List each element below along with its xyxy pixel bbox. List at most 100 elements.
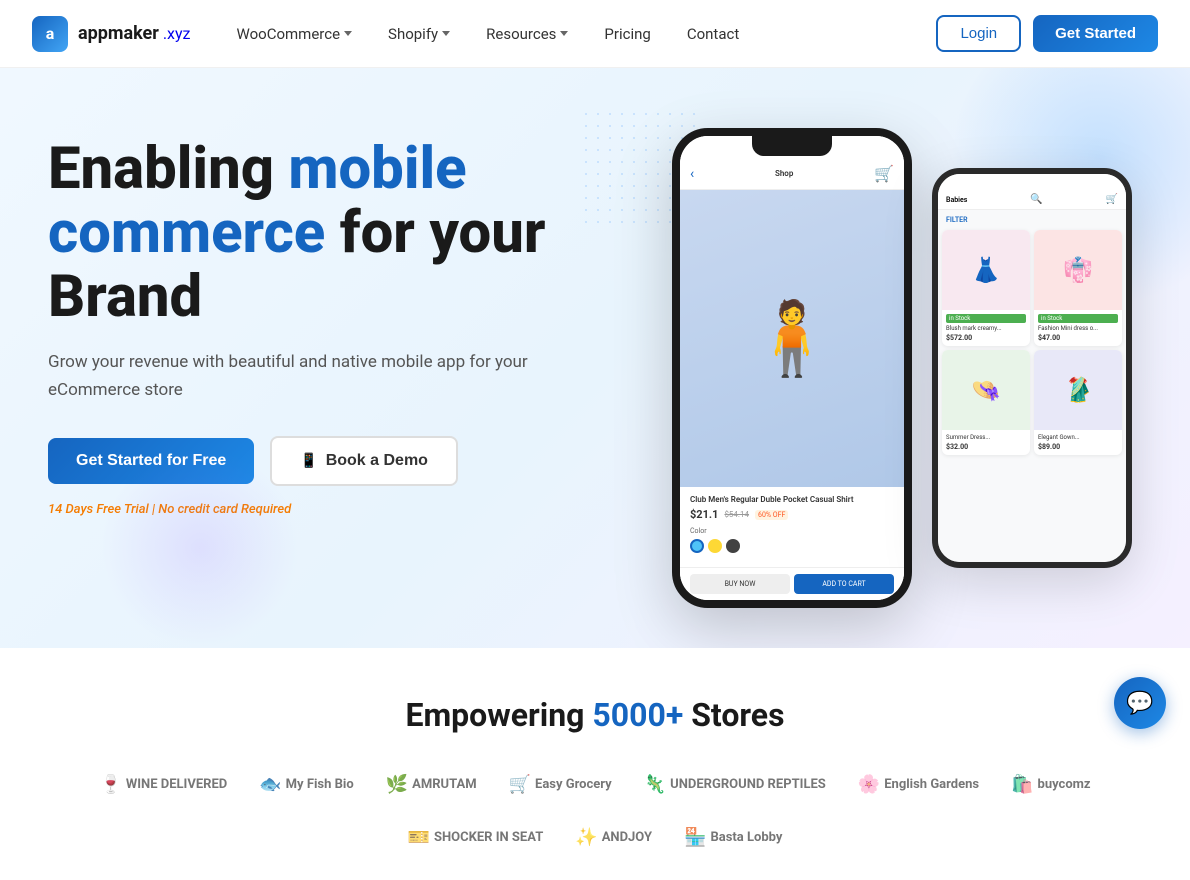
sec-product-img-3: 👒 (942, 350, 1030, 430)
hero-content: Enabling mobile commerce for your Brand … (48, 108, 545, 517)
partner-myfishbio: 🐟 My Fish Bio (259, 774, 353, 795)
swatch-blue[interactable] (690, 539, 704, 553)
phone-mockup-secondary: Babies 🔍 🛒 FILTER 👗 in Stock Blush mark (932, 168, 1132, 568)
sec-cart-icon: 🛒 (1106, 194, 1118, 205)
hero-title-highlight: mobile (288, 135, 466, 203)
nav-get-started-button[interactable]: Get Started (1033, 15, 1158, 52)
buy-now-button[interactable]: BUY NOW (690, 574, 790, 594)
sec-product-name-1: Blush mark creamy... (946, 325, 1026, 332)
partner-amrutam: 🌿 AMRUTAM (386, 774, 477, 795)
chat-bubble-button[interactable]: 💬 (1114, 677, 1166, 729)
partner-andjoy: ✨ ANDJOY (575, 827, 652, 848)
sec-green-badge-2: in Stock (1038, 314, 1118, 323)
logo[interactable]: a appmaker .xyz (32, 16, 191, 52)
partner-basta-lobby: 🏪 Basta Lobby (684, 827, 782, 848)
price-original: $54.14 (724, 510, 749, 519)
swatch-dark[interactable] (726, 539, 740, 553)
product-emoji: 🧍 (747, 296, 837, 381)
sec-body: FILTER 👗 in Stock Blush mark creamy... $… (938, 210, 1126, 459)
sec-product-info-2: in Stock Fashion Mini dress o... $47.00 (1034, 310, 1122, 346)
sec-product-info-4: Elegant Gown... $89.00 (1034, 430, 1122, 455)
hero-title-commerce: commerce (48, 199, 325, 267)
hero-cta-secondary-button[interactable]: 📱 Book a Demo (270, 436, 458, 486)
hero-buttons: Get Started for Free 📱 Book a Demo (48, 436, 545, 486)
sec-product-card-4: 🥻 Elegant Gown... $89.00 (1034, 350, 1122, 455)
phone-action-buttons: BUY NOW ADD TO CART (680, 567, 904, 600)
logo-icon: a (32, 16, 68, 52)
sec-product-price-4: $89.00 (1038, 443, 1118, 451)
sec-product-price-1: $572.00 (946, 334, 1026, 342)
phone-screen-secondary: Babies 🔍 🛒 FILTER 👗 in Stock Blush mark (938, 174, 1126, 562)
price-off-badge: 60% OFF (755, 510, 788, 520)
navbar: a appmaker .xyz WooCommerce Shopify Reso… (0, 0, 1190, 68)
hero-cta-primary-button[interactable]: Get Started for Free (48, 438, 254, 484)
sec-product-img-2: 👘 (1034, 230, 1122, 310)
chat-icon: 💬 (1126, 691, 1153, 716)
sec-filter-label[interactable]: FILTER (946, 216, 968, 224)
nav-item-shopify[interactable]: Shopify (374, 17, 464, 51)
nav-item-pricing[interactable]: Pricing (590, 17, 664, 51)
partners-title: Empowering 5000+ Stores (32, 696, 1158, 734)
product-image-area: 🧍 (680, 190, 904, 487)
nav-items: WooCommerce Shopify Resources Pricing Co… (223, 17, 754, 51)
phone-topbar: ‹ Shop 🛒 (680, 136, 904, 190)
sec-product-price-3: $32.00 (946, 443, 1026, 451)
nav-item-contact[interactable]: Contact (673, 17, 753, 51)
price-main: $21.1 (690, 508, 718, 521)
sec-product-card-1: 👗 in Stock Blush mark creamy... $572.00 (942, 230, 1030, 346)
chevron-down-icon (560, 31, 568, 36)
search-icon: 🔍 (1030, 194, 1042, 205)
phone-mockup-main: ‹ Shop 🛒 🧍 Club Men's Regular Duble Pock… (672, 128, 912, 608)
partner-english-gardens: 🌸 English Gardens (858, 774, 979, 795)
partners-section: Empowering 5000+ Stores 🍷 WINE DELIVERED… (0, 648, 1190, 880)
partner-buycomz: 🛍️ buycomz (1011, 774, 1090, 795)
sec-product-name-2: Fashion Mini dress o... (1038, 325, 1118, 332)
sec-filter-row: FILTER (942, 214, 1122, 226)
logo-text: appmaker .xyz (78, 23, 191, 44)
product-name: Club Men's Regular Duble Pocket Casual S… (690, 495, 894, 504)
add-to-cart-button[interactable]: ADD TO CART (794, 574, 894, 594)
sec-product-img-1: 👗 (942, 230, 1030, 310)
partner-wine-delivered: 🍷 WINE DELIVERED (99, 774, 227, 795)
sec-product-grid: 👗 in Stock Blush mark creamy... $572.00 … (942, 230, 1122, 455)
hero-title-brand: Brand (48, 263, 202, 331)
sec-category-label: Babies (946, 196, 967, 204)
sec-product-card-3: 👒 Summer Dress... $32.00 (942, 350, 1030, 455)
partner-easy-grocery: 🛒 Easy Grocery (509, 774, 612, 795)
phone-screen-main: ‹ Shop 🛒 🧍 Club Men's Regular Duble Pock… (680, 136, 904, 600)
hero-phones: ‹ Shop 🛒 🧍 Club Men's Regular Duble Pock… (622, 108, 1142, 648)
chevron-down-icon (442, 31, 450, 36)
product-price-row: $21.1 $54.14 60% OFF (690, 508, 894, 521)
sec-product-price-2: $47.00 (1038, 334, 1118, 342)
chevron-down-icon (344, 31, 352, 36)
cart-icon: 🛒 (874, 164, 894, 183)
nav-item-woocommerce[interactable]: WooCommerce (223, 17, 367, 51)
phone-details: Club Men's Regular Duble Pocket Casual S… (680, 487, 904, 567)
partner-shocker-in-seat: 🎫 SHOCKER IN SEAT (408, 827, 544, 848)
nav-item-resources[interactable]: Resources (472, 17, 582, 51)
hero-title-foryour: for your (325, 199, 545, 267)
swatch-yellow[interactable] (708, 539, 722, 553)
sec-product-info-3: Summer Dress... $32.00 (942, 430, 1030, 455)
sec-product-info-1: in Stock Blush mark creamy... $572.00 (942, 310, 1030, 346)
phone-icon: 📱 (300, 452, 317, 469)
sec-product-name-4: Elegant Gown... (1038, 434, 1118, 441)
hero-trial-note: 14 Days Free Trial | No credit card Requ… (48, 502, 545, 517)
sec-product-img-4: 🥻 (1034, 350, 1122, 430)
sec-product-name-3: Summer Dress... (946, 434, 1026, 441)
color-label: Color (690, 527, 894, 535)
partners-logos: 🍷 WINE DELIVERED 🐟 My Fish Bio 🌿 AMRUTAM… (32, 774, 1158, 848)
hero-title: Enabling mobile commerce for your Brand (48, 138, 545, 329)
sec-product-card-2: 👘 in Stock Fashion Mini dress o... $47.0… (1034, 230, 1122, 346)
back-icon: ‹ (690, 166, 694, 182)
navbar-right: Login Get Started (936, 15, 1158, 52)
sec-topbar: Babies 🔍 🛒 (938, 174, 1126, 210)
login-button[interactable]: Login (936, 15, 1021, 52)
partner-underground-reptiles: 🦎 UNDERGROUND REPTILES (644, 774, 826, 795)
sec-green-badge-1: in Stock (946, 314, 1026, 323)
color-swatches (690, 539, 894, 553)
navbar-left: a appmaker .xyz WooCommerce Shopify Reso… (32, 16, 753, 52)
hero-section: Enabling mobile commerce for your Brand … (0, 68, 1190, 648)
hero-subtitle: Grow your revenue with beautiful and nat… (48, 349, 528, 403)
hero-title-prefix: Enabling (48, 135, 288, 203)
